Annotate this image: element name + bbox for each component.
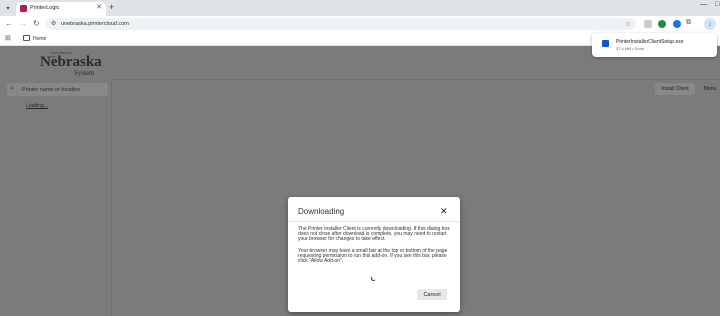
- installer-file-icon: [602, 40, 609, 47]
- extension-green-icon[interactable]: [658, 20, 666, 28]
- search-icon: ⌕: [10, 85, 14, 92]
- back-icon[interactable]: ←: [5, 19, 13, 28]
- tab-title: PrinterLogic: [30, 5, 60, 11]
- download-icon: ↓: [708, 20, 712, 28]
- loading-link[interactable]: Loading...: [26, 103, 48, 109]
- extension-blue-icon[interactable]: [673, 20, 681, 28]
- extension-reader-icon[interactable]: [644, 20, 652, 28]
- download-filename[interactable]: PrinterInstallerClientSetup.exe: [616, 39, 684, 45]
- new-tab-icon[interactable]: +: [109, 2, 114, 12]
- address-bar[interactable]: ⚙ unebraska.printercloud.com ☆: [46, 18, 636, 30]
- extensions-puzzle-icon[interactable]: ⧉: [686, 19, 691, 27]
- printer-list-panel: ⌕ Loading...: [0, 79, 112, 316]
- menu-button[interactable]: Menu: [700, 83, 720, 95]
- close-icon[interactable]: ✕: [440, 206, 448, 216]
- apps-grid-icon[interactable]: ⊞: [5, 35, 11, 43]
- printer-search[interactable]: ⌕: [7, 83, 108, 96]
- install-client-button[interactable]: Install Client: [655, 83, 695, 95]
- forward-icon[interactable]: →: [19, 19, 27, 28]
- downloads-bubble: PrinterInstallerClientSetup.exe 37.4 MB …: [592, 33, 717, 57]
- minimize-icon[interactable]: —: [700, 1, 707, 8]
- browser-toolbar: ← → ↻ ⚙ unebraska.printercloud.com ☆: [0, 16, 720, 32]
- maximize-icon[interactable]: □: [715, 1, 719, 8]
- reload-icon[interactable]: ↻: [33, 19, 40, 28]
- bookmark-star-icon[interactable]: ☆: [625, 20, 631, 28]
- dialog-divider: [288, 221, 460, 222]
- header-divider: [112, 79, 720, 80]
- search-input[interactable]: [22, 83, 106, 96]
- url-text[interactable]: unebraska.printercloud.com: [61, 21, 129, 27]
- tab-search-icon[interactable]: ▾: [3, 3, 13, 13]
- folder-icon: [23, 35, 30, 41]
- loading-spinner-icon: [371, 276, 376, 281]
- site-info-icon[interactable]: ⚙: [51, 21, 56, 27]
- cancel-button[interactable]: Cancel: [417, 289, 447, 300]
- dialog-message-download: The Printer Installer Client is currentl…: [298, 226, 450, 243]
- printerlogic-favicon-icon: [20, 5, 27, 12]
- tab-strip: ▾ PrinterLogic ✕ + — □: [0, 0, 720, 16]
- tab-printerlogic[interactable]: PrinterLogic ✕: [16, 2, 106, 16]
- downloads-button[interactable]: ↓: [704, 18, 716, 30]
- download-status: 37.4 MB • Done: [616, 46, 645, 51]
- logo-system: System: [74, 69, 95, 77]
- dialog-title: Downloading: [298, 207, 345, 216]
- bookmark-home[interactable]: Home: [33, 36, 46, 42]
- downloading-dialog: Downloading ✕ The Printer Installer Clie…: [288, 197, 460, 312]
- dialog-message-permission: Your browser may have a small bar at the…: [298, 248, 448, 265]
- tab-close-icon[interactable]: ✕: [96, 4, 102, 12]
